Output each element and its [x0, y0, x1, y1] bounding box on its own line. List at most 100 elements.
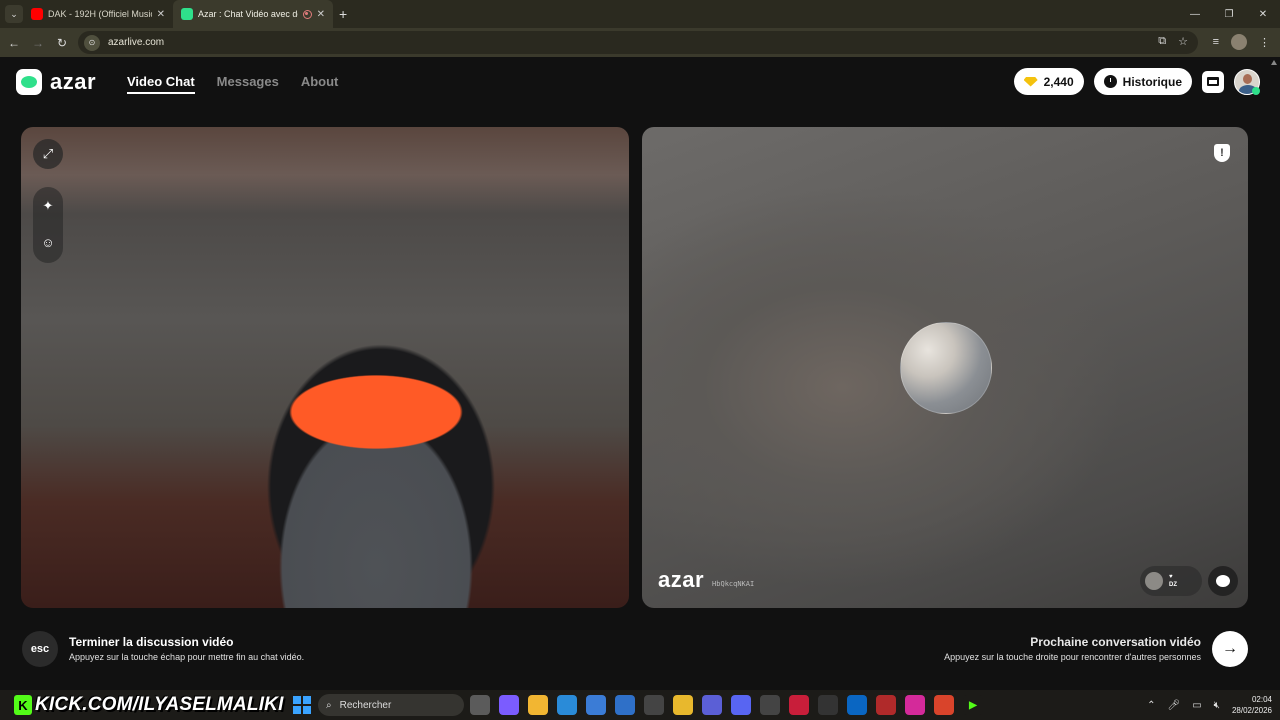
site-info-icon[interactable]: ⊙ [84, 34, 100, 51]
mail-icon[interactable] [615, 695, 635, 715]
magic-wand-icon[interactable]: ✦ [33, 191, 63, 221]
app-icon[interactable] [644, 695, 664, 715]
steam-icon[interactable] [760, 695, 780, 715]
tab-search-button[interactable]: ⌄ [5, 5, 23, 23]
effects-toolbar: ✦ ☺ [33, 187, 63, 263]
menu-kebab-icon[interactable]: ⋮ [1259, 36, 1270, 49]
end-chat-button[interactable]: esc [22, 631, 58, 667]
window-controls: — ❐ ✕ [1178, 0, 1280, 28]
omnibox[interactable]: ⊙ azarlive.com ⧉ ☆ [78, 31, 1198, 54]
clock-time: 02:04 [1251, 695, 1272, 704]
taskbar-search[interactable]: ⌕ Rechercher [318, 694, 464, 716]
forward-icon[interactable]: → [26, 36, 50, 50]
minimize-icon[interactable]: — [1178, 0, 1212, 28]
kick-overlay: K KICK.COM/ILYASELMALIKI [14, 693, 284, 717]
chrome-icon[interactable] [673, 695, 693, 715]
media-control-icon[interactable]: ≡ [1213, 36, 1219, 48]
system-clock[interactable]: 02:04 28/02/2026 [1232, 694, 1272, 716]
azar-logo[interactable]: azar [16, 69, 96, 95]
shop-icon[interactable] [1202, 70, 1224, 93]
face-mask-icon[interactable]: ☺ [33, 227, 63, 257]
monitor-icon[interactable]: ▭ [1192, 700, 1201, 711]
nav-about[interactable]: About [301, 74, 339, 94]
search-icon: ⌕ [326, 699, 332, 711]
discord-icon[interactable] [731, 695, 751, 715]
next-chat-button[interactable]: → [1212, 631, 1248, 667]
volume-muted-icon[interactable]: 🔇︎ [1214, 700, 1220, 711]
close-window-icon[interactable]: ✕ [1246, 0, 1280, 28]
end-chat-title: Terminer la discussion vidéo [69, 635, 234, 649]
reload-icon[interactable]: ↻ [50, 36, 74, 50]
report-icon[interactable]: ! [1212, 143, 1232, 163]
obs-icon[interactable] [818, 695, 838, 715]
microphone-icon[interactable]: 🎤︎ [1167, 700, 1180, 711]
adobe-icon[interactable] [789, 695, 809, 715]
kick-overlay-text: KICK.COM/ILYASELMALIKI [35, 694, 284, 715]
install-app-icon[interactable]: ⧉ [1158, 35, 1166, 48]
play-icon[interactable]: ▶ [963, 695, 983, 715]
taskbar: K KICK.COM/ILYASELMALIKI ⌕ Rechercher ▶ … [0, 690, 1280, 720]
linkedin-icon[interactable] [847, 695, 867, 715]
app-header: azar Video Chat Messages About 2,440 His… [0, 57, 1270, 109]
gamepad-icon[interactable] [702, 695, 722, 715]
bookmark-star-icon[interactable]: ☆ [1178, 35, 1188, 48]
bottom-hints: esc Terminer la discussion vidéo Appuyez… [0, 626, 1270, 676]
edge-icon[interactable] [557, 695, 577, 715]
tab-title: DAK - 192H (Officiel Music Audi [48, 9, 152, 19]
store-icon[interactable] [586, 695, 606, 715]
self-video-panel: ⤢ ✦ ☺ [21, 127, 629, 608]
taskbar-apps: ▶ [470, 695, 983, 715]
close-icon[interactable]: ✕ [317, 9, 325, 20]
user-avatar-button[interactable] [1234, 68, 1260, 95]
watermark-logo: azar [658, 567, 705, 592]
end-chat-description: Appuyez sur la touche échap pour mettre … [69, 652, 305, 662]
peer-video-panel: ! azar HbQkcqNKAI ♥ DZ [642, 127, 1248, 608]
azar-watermark: azar HbQkcqNKAI [658, 567, 754, 593]
peer-meta: ♥ DZ [1169, 573, 1177, 589]
tray-chevron-icon[interactable]: ⌃ [1147, 700, 1155, 711]
expand-icon[interactable]: ⤢ [33, 139, 63, 169]
next-chat-description: Appuyez sur la touche droite pour rencon… [944, 652, 1201, 662]
file-explorer-icon[interactable] [528, 695, 548, 715]
history-label: Historique [1122, 74, 1182, 89]
watermark-code: HbQkcqNKAI [712, 580, 755, 588]
browser-tab-bar: ⌄ DAK - 192H (Officiel Music Audi ✕ Azar… [0, 0, 1280, 28]
task-view-icon[interactable] [470, 695, 490, 715]
tab-youtube[interactable]: DAK - 192H (Officiel Music Audi ✕ [23, 0, 173, 28]
new-tab-button[interactable]: + [339, 6, 347, 22]
peer-profile-image [900, 322, 992, 414]
recording-icon [302, 9, 312, 19]
history-button[interactable]: Historique [1093, 68, 1192, 95]
azar-favicon-icon [181, 8, 193, 20]
logo-text: azar [50, 69, 97, 94]
scrollbar-up-arrow[interactable] [1271, 60, 1277, 140]
online-status-icon [1252, 86, 1260, 95]
system-tray: ⌃ 🎤︎ ▭ 🔇︎ 02:04 28/02/2026 [1147, 690, 1272, 720]
tab-azar[interactable]: Azar : Chat Vidéo avec de n ✕ [173, 0, 333, 28]
azar-logo-icon [16, 69, 42, 95]
url-text: azarlive.com [108, 37, 165, 48]
chat-bubble-icon[interactable] [1208, 566, 1238, 596]
clock-icon [1103, 75, 1117, 88]
gem-icon [1023, 76, 1038, 87]
back-icon[interactable]: ← [2, 36, 26, 50]
restore-icon[interactable]: ❐ [1212, 0, 1246, 28]
pink-app-icon[interactable] [905, 695, 925, 715]
header-actions: 2,440 Historique [1013, 68, 1260, 95]
heart-icon: ♥ [1169, 574, 1173, 580]
tab-title: Azar : Chat Vidéo avec de n [198, 9, 298, 19]
windows-start-icon[interactable] [293, 696, 311, 714]
main-nav: Video Chat Messages About [127, 74, 338, 94]
peer-country: DZ [1169, 582, 1177, 588]
peer-info-badge[interactable]: ♥ DZ [1140, 566, 1202, 596]
kick-logo-icon: K [14, 695, 32, 715]
nav-video-chat[interactable]: Video Chat [127, 74, 195, 94]
app-badge-icon[interactable] [876, 695, 896, 715]
copilot-icon[interactable] [499, 695, 519, 715]
active-app-icon[interactable] [934, 695, 954, 715]
gems-button[interactable]: 2,440 [1013, 68, 1084, 95]
nav-messages[interactable]: Messages [217, 74, 279, 94]
profile-avatar-icon[interactable] [1231, 34, 1247, 50]
clock-date: 28/02/2026 [1231, 706, 1272, 715]
close-icon[interactable]: ✕ [157, 9, 165, 20]
